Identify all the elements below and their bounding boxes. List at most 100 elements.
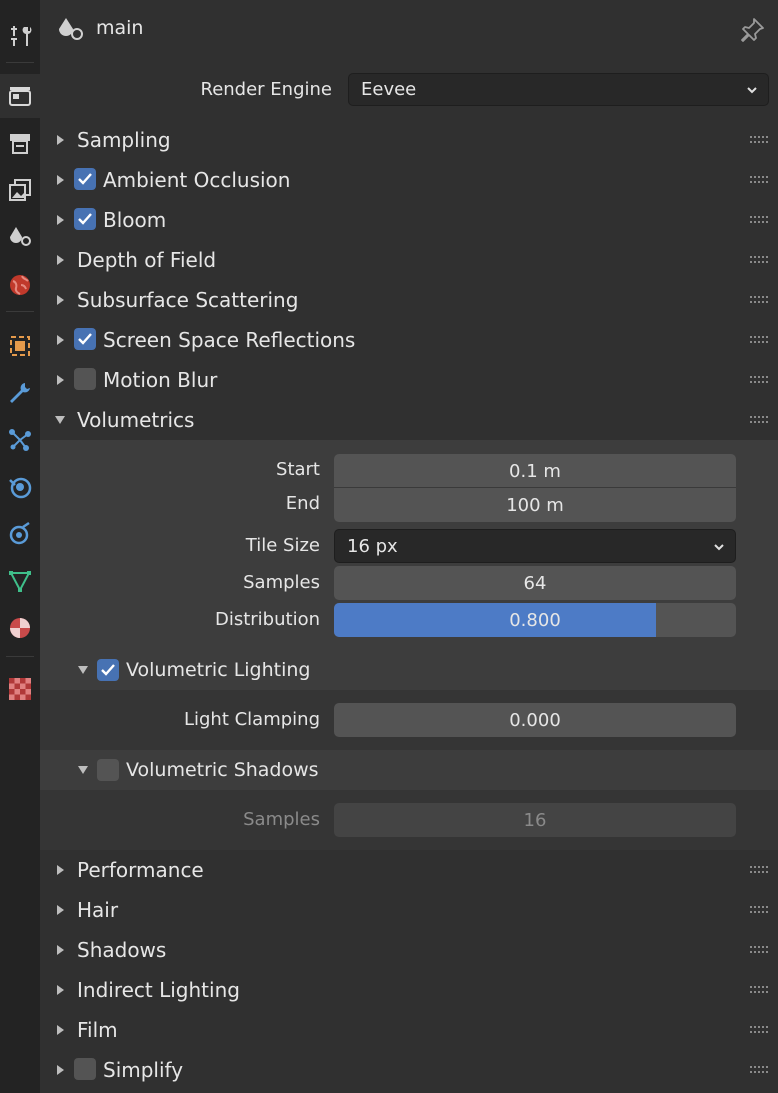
- context-name: main: [96, 17, 144, 39]
- triangle-right-icon: [57, 905, 64, 915]
- start-label: Start: [276, 459, 320, 480]
- drag-handle-icon[interactable]: [750, 1064, 770, 1076]
- panel-title: Bloom: [103, 208, 167, 232]
- tile-size-label: Tile Size: [245, 535, 320, 556]
- scene-icon: [10, 227, 31, 246]
- panel-title: Performance: [77, 858, 204, 882]
- drag-handle-icon[interactable]: [750, 174, 770, 186]
- render-icon: [9, 87, 31, 106]
- tab-texture[interactable]: [0, 667, 40, 711]
- tool-icon: [11, 26, 32, 46]
- panel-simplify[interactable]: Simplify: [40, 1050, 778, 1090]
- light-clamping-label: Light Clamping: [183, 709, 320, 730]
- panel-film[interactable]: Film: [40, 1010, 778, 1050]
- start-field[interactable]: 0.1 m: [334, 454, 736, 488]
- drag-handle-icon[interactable]: [750, 904, 770, 916]
- world-icon: [10, 275, 30, 295]
- distribution-label: Distribution: [214, 609, 320, 630]
- drag-handle-icon[interactable]: [750, 944, 770, 956]
- volumetric-shadows-checkbox[interactable]: [97, 759, 119, 781]
- tab-object[interactable]: [0, 324, 40, 368]
- end-field[interactable]: 100 m: [334, 488, 736, 522]
- drag-handle-icon[interactable]: [750, 1024, 770, 1036]
- tab-scene[interactable]: [0, 215, 40, 259]
- panel-checkbox[interactable]: [74, 368, 96, 390]
- panel-checkbox[interactable]: [74, 1058, 96, 1080]
- drag-handle-icon[interactable]: [750, 374, 770, 386]
- panel-subsurface-scattering[interactable]: Subsurface Scattering: [40, 280, 778, 320]
- samples-label: Samples: [243, 572, 320, 593]
- triangle-right-icon: [57, 865, 64, 875]
- tab-data[interactable]: [0, 559, 40, 603]
- subpanel-volumetric-shadows[interactable]: Volumetric Shadows: [40, 750, 778, 790]
- data-icon: [9, 571, 31, 593]
- panel-title: Motion Blur: [103, 368, 218, 392]
- chevron-down-icon: [747, 86, 757, 93]
- panel-title: Indirect Lighting: [77, 978, 240, 1002]
- render-engine-dropdown[interactable]: Eevee: [348, 73, 769, 106]
- volumetric-lighting-checkbox[interactable]: [97, 659, 119, 681]
- drag-handle-icon[interactable]: [750, 214, 770, 226]
- panel-depth-of-field[interactable]: Depth of Field: [40, 240, 778, 280]
- triangle-down-icon: [55, 416, 65, 424]
- panel-indirect-lighting[interactable]: Indirect Lighting: [40, 970, 778, 1010]
- tab-view-layer[interactable]: [0, 168, 40, 212]
- tab-material[interactable]: [0, 606, 40, 650]
- panel-sampling[interactable]: Sampling: [40, 120, 778, 160]
- drag-handle-icon[interactable]: [750, 864, 770, 876]
- panel-title: Hair: [77, 898, 119, 922]
- volumetric-lighting-body: Light Clamping 0.000: [40, 690, 778, 750]
- panel-motion-blur[interactable]: Motion Blur: [40, 360, 778, 400]
- tab-particles[interactable]: [0, 418, 40, 462]
- panel-screen-space-reflections[interactable]: Screen Space Reflections: [40, 320, 778, 360]
- pin-icon[interactable]: [738, 16, 766, 44]
- panel-title: Screen Space Reflections: [103, 328, 356, 352]
- panel-title: Sampling: [77, 128, 171, 152]
- drag-handle-icon[interactable]: [750, 134, 770, 146]
- panel-checkbox[interactable]: [74, 328, 96, 350]
- start-value: 0.1 m: [509, 460, 561, 482]
- panel-ambient-occlusion[interactable]: Ambient Occlusion: [40, 160, 778, 200]
- drag-handle-icon[interactable]: [750, 984, 770, 996]
- triangle-right-icon: [57, 1025, 64, 1035]
- tab-physics[interactable]: [0, 465, 40, 509]
- constraints-icon: [9, 521, 30, 545]
- panel-checkbox[interactable]: [74, 208, 96, 230]
- distribution-fill: [334, 603, 656, 637]
- shadow-samples-field[interactable]: 16: [334, 803, 736, 837]
- triangle-down-icon: [78, 666, 88, 674]
- tab-render[interactable]: [0, 74, 40, 118]
- tab-world[interactable]: [0, 263, 40, 307]
- drag-handle-icon[interactable]: [750, 254, 770, 266]
- end-value: 100 m: [506, 494, 564, 516]
- tab-modifier[interactable]: [0, 371, 40, 415]
- triangle-down-icon: [78, 766, 88, 774]
- panel-volumetrics[interactable]: Volumetrics: [40, 400, 778, 440]
- tab-tool[interactable]: [0, 14, 40, 58]
- properties-tab-bar: [0, 0, 40, 1093]
- volumetrics-body: Start 0.1 m End 100 m Tile Size 16 px Sa…: [40, 440, 778, 850]
- light-clamping-field[interactable]: 0.000: [334, 703, 736, 737]
- panel-hair[interactable]: Hair: [40, 890, 778, 930]
- subpanel-volumetric-lighting[interactable]: Volumetric Lighting: [40, 650, 778, 690]
- panel-bloom[interactable]: Bloom: [40, 200, 778, 240]
- panel-title: Depth of Field: [77, 248, 217, 272]
- panel-shadows[interactable]: Shadows: [40, 930, 778, 970]
- distribution-slider[interactable]: 0.800: [334, 603, 736, 637]
- tile-size-dropdown[interactable]: 16 px: [334, 529, 736, 563]
- scene-icon: [59, 18, 83, 40]
- render-engine-value: Eevee: [361, 79, 417, 100]
- drag-handle-icon[interactable]: [750, 414, 770, 426]
- drag-handle-icon[interactable]: [750, 334, 770, 346]
- panel-performance[interactable]: Performance: [40, 850, 778, 890]
- drag-handle-icon[interactable]: [750, 294, 770, 306]
- tab-constraints[interactable]: [0, 512, 40, 556]
- subpanel-title: Volumetric Lighting: [126, 659, 311, 681]
- triangle-right-icon: [57, 985, 64, 995]
- samples-field[interactable]: 64: [334, 566, 736, 600]
- distribution-value: 0.800: [509, 609, 561, 631]
- panel-checkbox[interactable]: [74, 168, 96, 190]
- triangle-right-icon: [57, 175, 64, 185]
- tab-output[interactable]: [0, 122, 40, 166]
- properties-editor: main Render Engine Eevee Sampling Ambient…: [40, 0, 778, 1093]
